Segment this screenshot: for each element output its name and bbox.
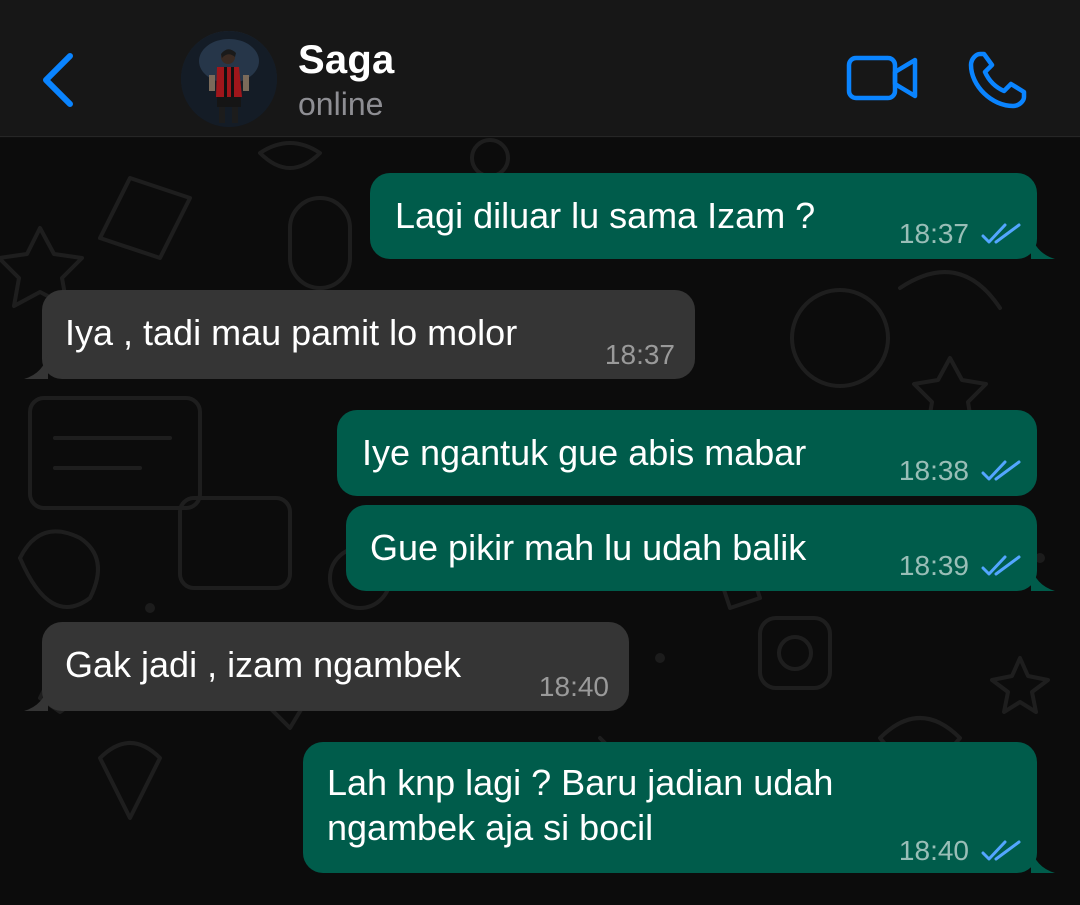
double-check-read-icon (981, 840, 1021, 860)
bubble-tail (24, 685, 48, 711)
message-meta: 18:37 (605, 332, 675, 377)
message-text-line-2: ngambek aja si bocil (327, 807, 654, 848)
contact-status: online (298, 86, 384, 122)
message-bubble-outgoing[interactable]: Gue pikir mah lu udah balik 18:39 (346, 505, 1055, 591)
bubble-tail (24, 353, 48, 379)
bubble-tail (1031, 565, 1055, 591)
chat-area[interactable]: Lagi diluar lu sama Izam ? 18:37 Iya , t… (0, 138, 1080, 905)
voice-call-button[interactable] (966, 50, 1028, 110)
message-bubble-incoming[interactable]: Iya , tadi mau pamit lo molor 18:37 (24, 290, 695, 379)
message-text: Lagi diluar lu sama Izam ? (395, 195, 816, 236)
chat-screen: Saga online Lagi diluar lu sama Izam ? 1… (0, 0, 1080, 905)
chevron-left-icon (43, 53, 73, 107)
message-meta: 18:40 (539, 664, 609, 709)
message-meta: 18:37 (899, 211, 1021, 256)
message-time: 18:37 (898, 218, 969, 249)
message-time: 18:37 (604, 339, 675, 370)
double-check-read-icon (981, 460, 1021, 480)
back-button[interactable] (38, 50, 78, 110)
contact-name[interactable]: Saga (298, 38, 394, 83)
double-check-read-icon (981, 555, 1021, 575)
message-bubble-outgoing[interactable]: Iye ngantuk gue abis mabar 18:38 (337, 410, 1037, 496)
double-check-read-icon (981, 223, 1021, 243)
message-text-line-1: Lah knp lagi ? Baru jadian udah (327, 762, 834, 803)
bubble-tail (1031, 847, 1055, 873)
message-meta: 18:38 (899, 448, 1021, 493)
message-bubble-outgoing[interactable]: Lah knp lagi ? Baru jadian udah ngambek … (303, 742, 1055, 873)
avatar[interactable] (181, 31, 277, 127)
message-time: 18:38 (898, 455, 969, 486)
message-text: Gak jadi , izam ngambek (65, 644, 462, 685)
message-text: Iya , tadi mau pamit lo molor (65, 312, 518, 353)
phone-icon (968, 51, 1027, 109)
message-bubble-incoming[interactable]: Gak jadi , izam ngambek 18:40 (24, 622, 629, 711)
bubble-tail (1031, 233, 1055, 259)
message-meta: 18:40 (899, 828, 1021, 873)
message-text: Iye ngantuk gue abis mabar (362, 432, 807, 473)
message-time: 18:39 (898, 550, 969, 581)
message-bubble-outgoing[interactable]: Lagi diluar lu sama Izam ? 18:37 (370, 173, 1055, 259)
chat-header: Saga online (0, 0, 1080, 137)
message-text: Gue pikir mah lu udah balik (370, 527, 807, 568)
message-time: 18:40 (898, 835, 969, 866)
message-meta: 18:39 (899, 543, 1021, 588)
message-time: 18:40 (538, 671, 609, 702)
avatar-photo (181, 31, 277, 127)
video-camera-icon (846, 55, 918, 101)
video-call-button[interactable] (845, 52, 921, 104)
